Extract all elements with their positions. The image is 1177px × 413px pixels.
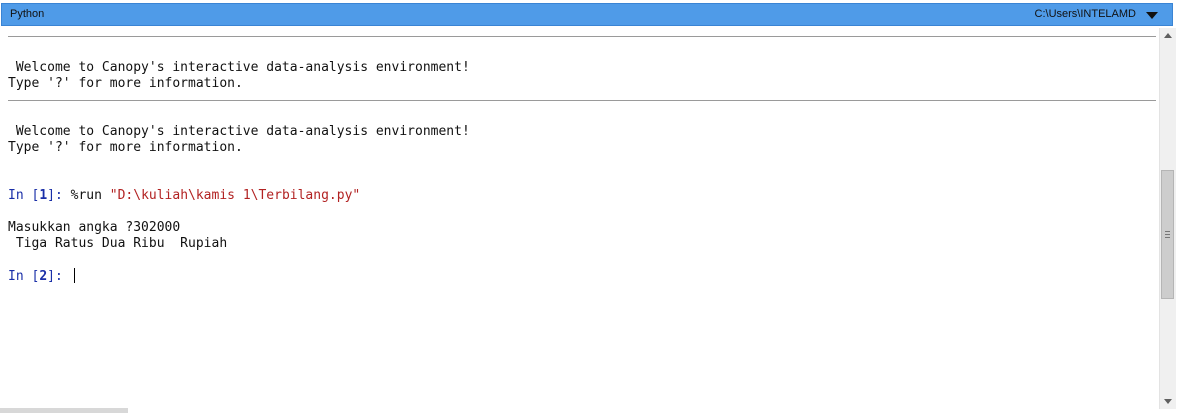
pane-title: Python (10, 8, 45, 20)
vertical-scrollbar[interactable] (1159, 28, 1176, 409)
banner-separator (8, 100, 1156, 101)
scroll-up-icon[interactable] (1164, 33, 1172, 38)
banner-welcome-line: Welcome to Canopy's interactive data-ana… (8, 124, 470, 139)
banner-info-line: Type '?' for more information. (8, 140, 243, 155)
magic-command: %run (70, 188, 110, 203)
working-directory[interactable]: C:\Users\INTELAMD (1035, 8, 1136, 20)
python-console[interactable]: Welcome to Canopy's interactive data-ana… (0, 28, 1159, 408)
input-prompt: In [2]: (8, 269, 71, 284)
scroll-down-icon[interactable] (1164, 399, 1172, 404)
input-cell-1: In [1]: %run "D:\kuliah\kamis 1\Terbilan… (8, 188, 360, 204)
command-argument: "D:\kuliah\kamis 1\Terbilang.py" (109, 188, 361, 203)
chevron-down-icon[interactable] (1146, 12, 1158, 19)
scrollbar-thumb[interactable] (1161, 170, 1174, 299)
output-line: Tiga Ratus Dua Ribu Rupiah (8, 236, 228, 251)
banner-separator (8, 36, 1156, 37)
pane-titlebar: Python C:\Users\INTELAMD (0, 0, 1177, 28)
output-line: Masukkan angka ?302000 (8, 220, 181, 235)
banner-welcome-line: Welcome to Canopy's interactive data-ana… (8, 60, 470, 75)
input-prompt: In [1]: (8, 188, 71, 203)
banner-info-line: Type '?' for more information. (8, 76, 243, 91)
grip-icon (1165, 231, 1170, 238)
text-cursor (73, 268, 75, 283)
horizontal-scroll-indicator (0, 408, 128, 413)
pane-header: Python C:\Users\INTELAMD (1, 3, 1173, 26)
input-cell-2[interactable]: In [2]: (8, 268, 75, 284)
